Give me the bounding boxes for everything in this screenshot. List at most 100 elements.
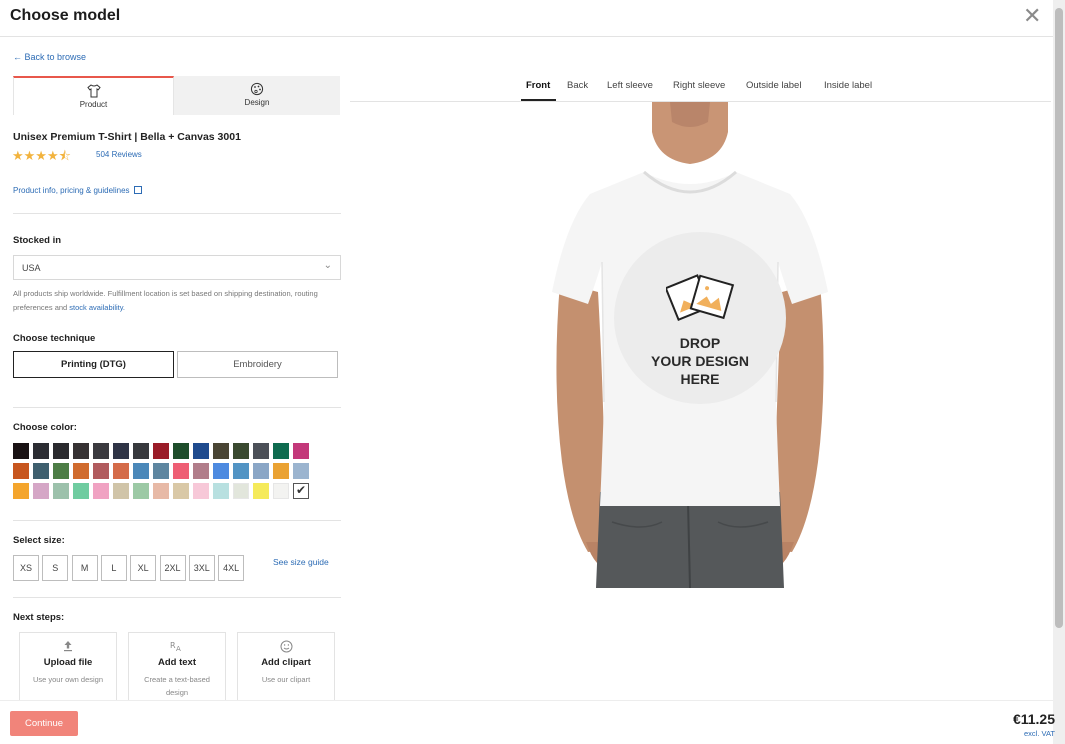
back-to-browse-link[interactable]: ← Back to browse [13, 52, 86, 62]
technique-printing-button[interactable]: Printing (DTG) [13, 351, 174, 378]
color-swatch[interactable] [73, 443, 89, 459]
color-swatch[interactable] [113, 443, 129, 459]
scrollbar-thumb[interactable] [1055, 8, 1063, 628]
star-rating: ★★★★⯪ [12, 148, 71, 163]
color-swatch[interactable] [193, 443, 209, 459]
chevron-down-icon: ⌄ [323, 260, 332, 271]
color-swatch[interactable] [53, 483, 69, 499]
scrollbar[interactable] [1053, 0, 1065, 744]
tab-right-sleeve[interactable]: Right sleeve [673, 80, 725, 91]
color-swatch[interactable] [293, 463, 309, 479]
color-swatch[interactable] [173, 483, 189, 499]
tab-design-label: Design [244, 98, 270, 107]
size-option[interactable]: XL [130, 555, 157, 581]
technique-embroidery-button[interactable]: Embroidery [177, 351, 338, 378]
continue-button[interactable]: Continue [10, 711, 78, 736]
tab-inside-label[interactable]: Inside label [824, 80, 872, 91]
size-option[interactable]: S [42, 555, 69, 581]
drop-design-text[interactable]: DROP YOUR DESIGN HERE [612, 334, 788, 388]
size-option[interactable]: 2XL [159, 555, 186, 581]
color-label: Choose color: [13, 422, 77, 433]
reviews-link[interactable]: 504 Reviews [96, 150, 142, 159]
tab-left-sleeve[interactable]: Left sleeve [607, 80, 653, 91]
color-swatch[interactable] [233, 483, 249, 499]
size-guide-link[interactable]: See size guide [273, 557, 329, 567]
size-option[interactable]: 3XL [188, 555, 215, 581]
color-swatch[interactable] [93, 443, 109, 459]
color-swatch[interactable] [113, 463, 129, 479]
active-tab-indicator [521, 99, 556, 101]
add-clipart-card[interactable]: Add clipart Use our clipart [237, 632, 335, 700]
color-swatch[interactable] [33, 483, 49, 499]
color-swatch[interactable] [213, 483, 229, 499]
color-swatch[interactable] [153, 463, 169, 479]
color-swatch[interactable] [133, 443, 149, 459]
stock-availability-link[interactable]: stock availability. [69, 303, 125, 312]
color-swatch[interactable] [273, 463, 289, 479]
modal-title: Choose model [10, 7, 121, 24]
color-swatch[interactable] [213, 463, 229, 479]
modal-header: Choose model ✕ [0, 0, 1053, 37]
text-icon: RA [129, 640, 225, 654]
color-swatch[interactable] [13, 483, 29, 499]
color-swatch[interactable]: ✔ [293, 483, 309, 499]
next-steps-label: Next steps: [13, 612, 65, 623]
color-swatch[interactable] [193, 463, 209, 479]
color-swatch[interactable] [253, 463, 269, 479]
add-text-desc: Create a text-based design [144, 675, 210, 697]
divider [13, 520, 341, 521]
tab-front[interactable]: Front [526, 80, 550, 91]
tab-product[interactable]: Product [13, 76, 174, 115]
color-swatch[interactable] [233, 463, 249, 479]
add-text-card[interactable]: RA Add text Create a text-based design [128, 632, 226, 700]
add-clipart-desc: Use our clipart [261, 675, 311, 684]
upload-file-card[interactable]: Upload file Use your own design [19, 632, 117, 700]
color-swatch[interactable] [253, 483, 269, 499]
stocked-value: USA [22, 263, 41, 273]
color-swatch[interactable] [13, 463, 29, 479]
add-text-title: Add text [158, 657, 196, 668]
color-swatch[interactable] [13, 443, 29, 459]
stocked-select[interactable]: USA ⌄ [13, 255, 341, 280]
external-link-icon [133, 186, 142, 194]
color-swatch[interactable] [293, 443, 309, 459]
color-swatch[interactable] [133, 483, 149, 499]
color-swatch[interactable] [153, 443, 169, 459]
size-label: Select size: [13, 535, 65, 546]
color-swatch[interactable] [253, 443, 269, 459]
color-swatch[interactable] [193, 483, 209, 499]
color-swatch[interactable] [93, 463, 109, 479]
size-option[interactable]: L [100, 555, 127, 581]
upload-file-title: Upload file [43, 657, 93, 668]
color-swatch[interactable] [73, 483, 89, 499]
color-swatch[interactable] [33, 443, 49, 459]
upload-file-desc: Use your own design [32, 675, 104, 684]
color-swatch[interactable] [53, 443, 69, 459]
upload-icon [20, 640, 116, 654]
price: €11.25 [1012, 711, 1055, 727]
product-info-link[interactable]: Product info, pricing & guidelines [13, 186, 142, 195]
color-swatch[interactable] [273, 443, 289, 459]
product-title: Unisex Premium T-Shirt | Bella + Canvas … [13, 131, 241, 143]
checkmark-icon: ✔ [296, 483, 307, 497]
color-swatch[interactable] [33, 463, 49, 479]
color-swatch[interactable] [53, 463, 69, 479]
color-swatch[interactable] [233, 443, 249, 459]
add-clipart-title: Add clipart [261, 657, 311, 668]
tab-outside-label[interactable]: Outside label [746, 80, 801, 91]
color-swatch[interactable] [73, 463, 89, 479]
size-option[interactable]: M [71, 555, 98, 581]
color-swatch[interactable] [133, 463, 149, 479]
color-swatch[interactable] [113, 483, 129, 499]
color-swatch[interactable] [173, 463, 189, 479]
color-swatch[interactable] [173, 443, 189, 459]
tab-back[interactable]: Back [567, 80, 588, 91]
tab-design[interactable]: Design [174, 76, 340, 115]
size-option[interactable]: XS [13, 555, 39, 581]
color-swatch[interactable] [93, 483, 109, 499]
close-icon[interactable]: ✕ [1023, 4, 1041, 28]
size-option[interactable]: 4XL [218, 555, 245, 581]
color-swatch[interactable] [273, 483, 289, 499]
color-swatch[interactable] [213, 443, 229, 459]
color-swatch[interactable] [153, 483, 169, 499]
